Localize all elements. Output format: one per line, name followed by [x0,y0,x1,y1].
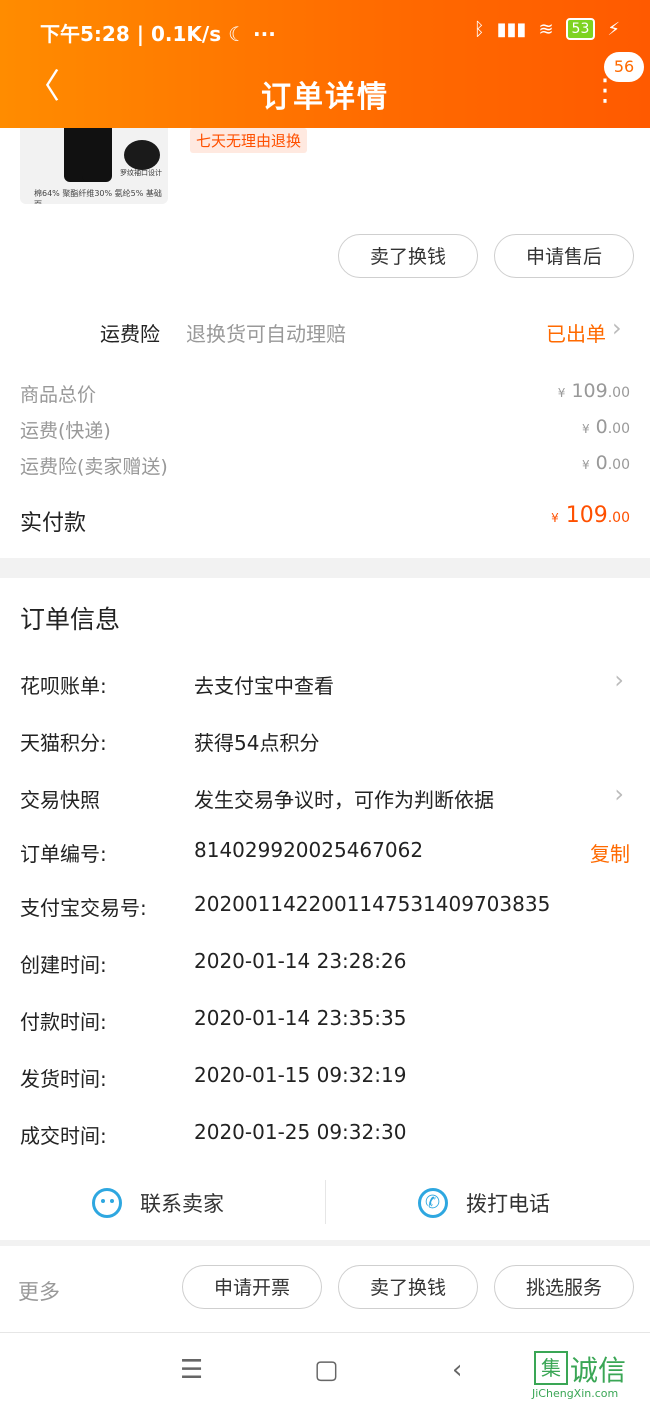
call-phone-label: 拨打电话 [466,1192,550,1216]
watermark-url: JiChengXin.com [532,1387,619,1400]
choose-service-button[interactable]: 挑选服务 [494,1265,634,1309]
insurance-desc: 退换货可自动理赔 [186,322,346,346]
price-label-total: 商品总价 [20,384,97,406]
price-value-insurance: ¥ 0.00 [581,452,630,474]
sell-for-cash-button-bottom[interactable]: 卖了换钱 [338,1265,478,1309]
call-phone-button[interactable]: ✆ 拨打电话 [326,1172,650,1232]
status-speed: 0.1K/s [151,22,222,46]
paid-value: ¥ 109.00 [551,503,630,528]
sell-for-cash-button[interactable]: 卖了换钱 [338,234,478,278]
bluetooth-icon: ᛒ [473,18,485,40]
chevron-right-icon[interactable]: › [612,314,622,342]
wifi-icon: ≋ [538,18,554,40]
paid-time-value: 2020-01-14 23:35:35 [194,1006,407,1030]
insurance-title: 运费险 [100,322,160,346]
back-triangle-icon[interactable]: ‹ [452,1355,462,1385]
phone-icon: ✆ [418,1188,448,1218]
status-time: 下午5:28 [40,22,130,46]
price-value-total: ¥ 109.00 [557,380,630,402]
shipped-time-label: 发货时间: [20,1067,107,1091]
huabei-value[interactable]: 去支付宝中查看 [194,670,334,699]
chevron-right-icon[interactable]: › [614,666,624,694]
app-header: 下午5:28 | 0.1K/s ☾ ··· ᛒ ▮▮▮ ≋ 53 ⚡ 〈 订单详… [0,0,650,128]
watermark-text: 诚信 [570,1354,627,1387]
order-number-value: 814029920025467062 [194,838,424,862]
contact-seller-label: 联系卖家 [140,1192,224,1216]
snapshot-label: 交易快照 [20,788,100,812]
charging-icon: ⚡ [607,18,620,40]
image-detail-text: 罗纹袖口设计 [120,169,162,177]
bottom-divider [0,1240,650,1246]
system-nav-bar: ☰ ▢ ‹ 集 诚信 JiChengXin.com [0,1332,650,1409]
price-label-insurance: 运费险(卖家赠送) [20,456,168,478]
completed-time-value: 2020-01-25 09:32:30 [194,1120,407,1144]
signal-icon: ▮▮▮ [496,18,527,40]
completed-time-label: 成交时间: [20,1124,107,1148]
section-divider [0,558,650,578]
apply-aftersale-button[interactable]: 申请售后 [494,234,634,278]
page-title: 订单详情 [261,80,389,115]
more-menu-icon[interactable]: ⋮ [590,76,620,106]
copy-button[interactable]: 复制 [590,838,630,867]
chevron-right-icon[interactable]: › [614,780,624,808]
price-value-shipping: ¥ 0.00 [581,416,630,438]
paid-time-label: 付款时间: [20,1010,107,1034]
snapshot-value[interactable]: 发生交易争议时，可作为判断依据 [194,784,494,813]
contact-seller-button[interactable]: 联系卖家 [0,1172,325,1232]
price-label-shipping: 运费(快递) [20,420,111,442]
status-bar-right: ᛒ ▮▮▮ ≋ 53 ⚡ [474,18,620,40]
insurance-status[interactable]: 已出单 [546,318,606,347]
apply-invoice-button[interactable]: 申请开票 [182,1265,322,1309]
huabei-label: 花呗账单: [20,674,107,698]
shipped-time-value: 2020-01-15 09:32:19 [194,1063,407,1087]
created-time-value: 2020-01-14 23:28:26 [194,949,407,973]
status-bar-left: 下午5:28 | 0.1K/s ☾ ··· [40,22,276,46]
alipay-trade-value: 2020011422001147531409703835 [194,892,551,916]
order-info-title: 订单信息 [20,605,121,634]
moon-icon: ☾ ··· [228,22,276,46]
cuff-detail-shape [124,140,160,170]
points-label: 天猫积分: [20,731,107,755]
points-value: 获得54点积分 [194,731,320,755]
watermark-logo-icon: 集 [534,1351,568,1385]
return-policy-tag: 七天无理由退换 [190,128,308,153]
battery-icon: 53 [565,18,596,40]
image-caption: 棉64% 聚酯纤维30% 氨纶5% 基础面 [34,189,162,204]
chat-face-icon [92,1188,122,1218]
more-label[interactable]: 更多 [18,1276,60,1306]
alipay-trade-label: 支付宝交易号: [20,896,147,920]
home-square-icon[interactable]: ▢ [314,1355,339,1385]
menu-icon[interactable]: ☰ [180,1355,203,1385]
paid-label: 实付款 [20,511,87,536]
created-time-label: 创建时间: [20,953,107,977]
order-number-label: 订单编号: [20,842,107,866]
